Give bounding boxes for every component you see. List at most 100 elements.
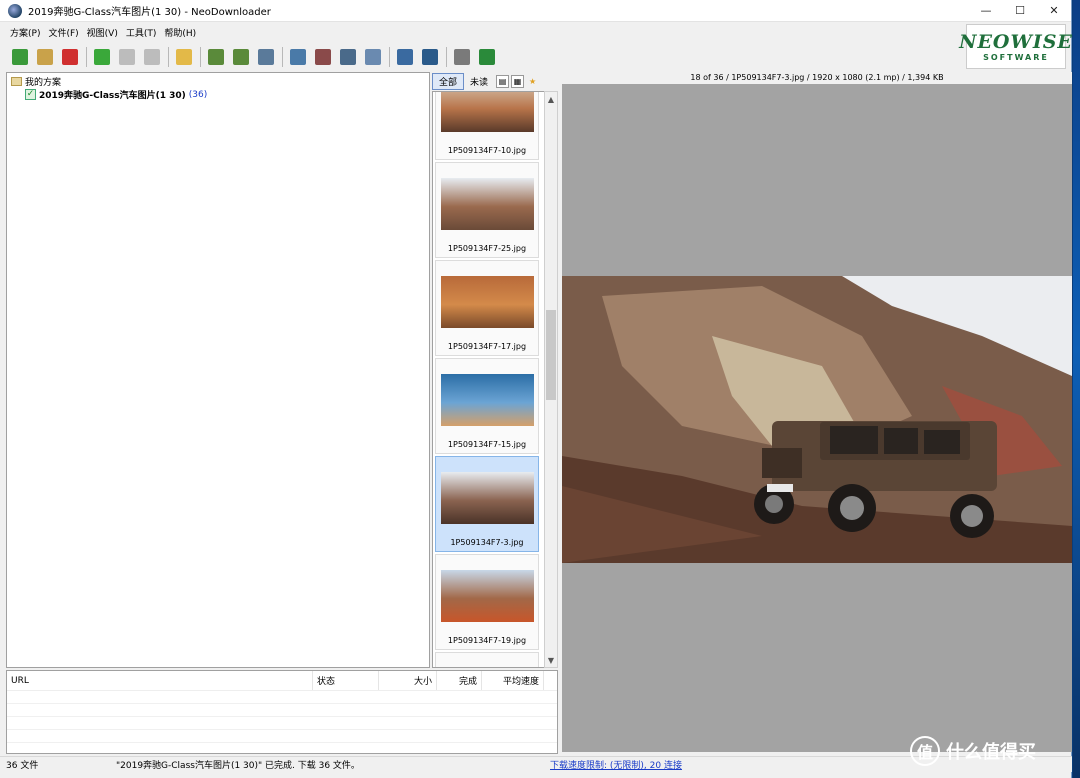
save-image-icon — [339, 49, 356, 65]
thumbnail-caption: 1P509134F7-19.jpg — [447, 636, 527, 645]
menu-help[interactable]: 帮助(H) — [164, 26, 196, 39]
toolbar-separator — [200, 47, 201, 67]
web-button[interactable] — [475, 46, 498, 68]
tab-all[interactable]: 全部 — [432, 72, 465, 90]
scroll-thumb[interactable] — [546, 310, 556, 400]
thumbnail-item[interactable]: 1P509134F7-19.jpg — [435, 554, 539, 650]
window-icon — [396, 49, 413, 65]
scroll-down-icon[interactable]: ▼ — [545, 653, 557, 667]
tree-project-count: (36) — [188, 89, 208, 100]
watermark-icon: 值 — [910, 736, 940, 766]
tree-project-item[interactable]: ✓ 2019奔驰G-Class汽车图片(1 30) (36) — [25, 88, 425, 101]
export-button[interactable] — [229, 46, 252, 68]
import-button[interactable] — [204, 46, 227, 68]
menu-view[interactable]: 视图(V) — [87, 26, 118, 39]
image-info: 18 of 36 / 1P509134F7-3.jpg / 1920 x 108… — [562, 72, 1072, 84]
toolbar-separator — [86, 47, 87, 67]
app-window: 2019奔驰G-Class汽车图片(1 30) - NeoDownloader … — [0, 0, 1072, 778]
scroll-up-icon[interactable]: ▲ — [545, 92, 557, 106]
start-button[interactable] — [90, 46, 113, 68]
download-list-header: URL 状态 大小 完成 平均速度 — [7, 671, 557, 691]
toolbar-separator — [168, 47, 169, 67]
list-view-icon[interactable]: ▤ — [496, 74, 510, 88]
delete-project-button[interactable] — [58, 46, 81, 68]
thumbnail-item[interactable]: 1P509134F7-17.jpg — [435, 260, 539, 356]
save-image-button[interactable] — [336, 46, 359, 68]
web-icon — [478, 49, 495, 65]
watermark-text: 什么值得买 — [946, 742, 1036, 763]
image-viewer[interactable] — [562, 84, 1072, 752]
tools-button[interactable] — [450, 46, 473, 68]
menu-project[interactable]: 方案(P) — [10, 26, 40, 39]
thumbnail-caption: 1P509134F7-17.jpg — [447, 342, 527, 351]
tools-icon — [453, 49, 470, 65]
thumbnail-image — [441, 276, 534, 328]
thumbnail-caption: 1P509134F7-3.jpg — [450, 538, 524, 547]
fullscreen-button[interactable] — [418, 46, 441, 68]
menu-tools[interactable]: 工具(T) — [126, 26, 157, 39]
logo-subtitle: SOFTWARE — [983, 53, 1049, 62]
thumbnail-scrollbar[interactable]: ▲ ▼ — [544, 91, 558, 668]
logo-wordmark: NEOWISE — [959, 31, 1073, 53]
table-row — [7, 704, 557, 717]
column-avg-speed[interactable]: 平均速度 — [482, 671, 544, 690]
table-row — [7, 691, 557, 704]
pause-button[interactable] — [115, 46, 138, 68]
table-row — [7, 717, 557, 730]
status-file-count: 36 文件 — [6, 761, 39, 771]
grid-view-icon[interactable]: ▦ — [511, 74, 525, 88]
column-status[interactable]: 状态 — [313, 671, 379, 690]
edit-project-button[interactable] — [33, 46, 56, 68]
column-size[interactable]: 大小 — [379, 671, 437, 690]
checkmark-icon: ✓ — [25, 89, 36, 100]
thumbnail-caption: 1P509134F7-15.jpg — [447, 440, 527, 449]
open-folder-button[interactable] — [172, 46, 195, 68]
thumbnail-item[interactable]: 1P509134F7-3.jpg — [435, 456, 539, 552]
thumbnail-item[interactable] — [435, 652, 539, 667]
thumbnail-image — [441, 92, 534, 132]
import-icon — [207, 49, 224, 65]
toolbar-separator — [389, 47, 390, 67]
thumbnail-item[interactable]: 1P509134F7-10.jpg — [435, 92, 539, 160]
edit-project-icon — [36, 49, 53, 65]
stop-button[interactable] — [140, 46, 163, 68]
new-project-icon — [11, 49, 28, 65]
image-view-button[interactable] — [286, 46, 309, 68]
remove-image-button[interactable] — [311, 46, 334, 68]
pause-icon — [118, 49, 135, 65]
menu-file[interactable]: 文件(F) — [48, 26, 78, 39]
maximize-button[interactable]: ☐ — [1003, 0, 1037, 22]
project-tree: 我的方案 ✓ 2019奔驰G-Class汽车图片(1 30) (36) — [6, 72, 430, 668]
preview-photo-graphic — [562, 276, 1072, 563]
export-icon — [232, 49, 249, 65]
stop-icon — [143, 49, 160, 65]
app-icon — [8, 3, 22, 18]
window-title: 2019奔驰G-Class汽车图片(1 30) - NeoDownloader — [28, 7, 271, 18]
tree-root[interactable]: 我的方案 — [11, 75, 425, 88]
desktop-background — [1073, 0, 1080, 778]
menu-bar: 方案(P) 文件(F) 视图(V) 工具(T) 帮助(H) — [0, 22, 1071, 42]
thumbnail-item[interactable]: 1P509134F7-25.jpg — [435, 162, 539, 258]
column-done[interactable]: 完成 — [437, 671, 482, 690]
thumbnail-image — [441, 472, 534, 524]
favorite-star-icon[interactable]: ★ — [526, 75, 539, 88]
download-images-button[interactable] — [254, 46, 277, 68]
new-project-button[interactable] — [8, 46, 31, 68]
thumbnail-tabs: 全部 未读 ▤ ▦ ★ — [432, 72, 558, 90]
open-folder-icon — [175, 49, 192, 65]
fullscreen-icon — [421, 49, 438, 65]
thumbnail-image — [441, 570, 534, 622]
window-button[interactable] — [393, 46, 416, 68]
tab-unread[interactable]: 未读 — [464, 73, 494, 90]
thumbnail-item[interactable]: 1P509134F7-15.jpg — [435, 358, 539, 454]
preview-photo — [562, 276, 1072, 563]
title-bar: 2019奔驰G-Class汽车图片(1 30) - NeoDownloader … — [0, 0, 1071, 22]
close-button[interactable]: ✕ — [1037, 0, 1071, 22]
mail-button[interactable] — [361, 46, 384, 68]
column-url[interactable]: URL — [7, 671, 313, 690]
minimize-button[interactable]: — — [969, 0, 1003, 22]
download-images-icon — [257, 49, 274, 65]
folder-icon — [11, 77, 22, 86]
neowise-logo: NEOWISE SOFTWARE — [959, 24, 1072, 69]
tree-root-label: 我的方案 — [25, 78, 62, 88]
